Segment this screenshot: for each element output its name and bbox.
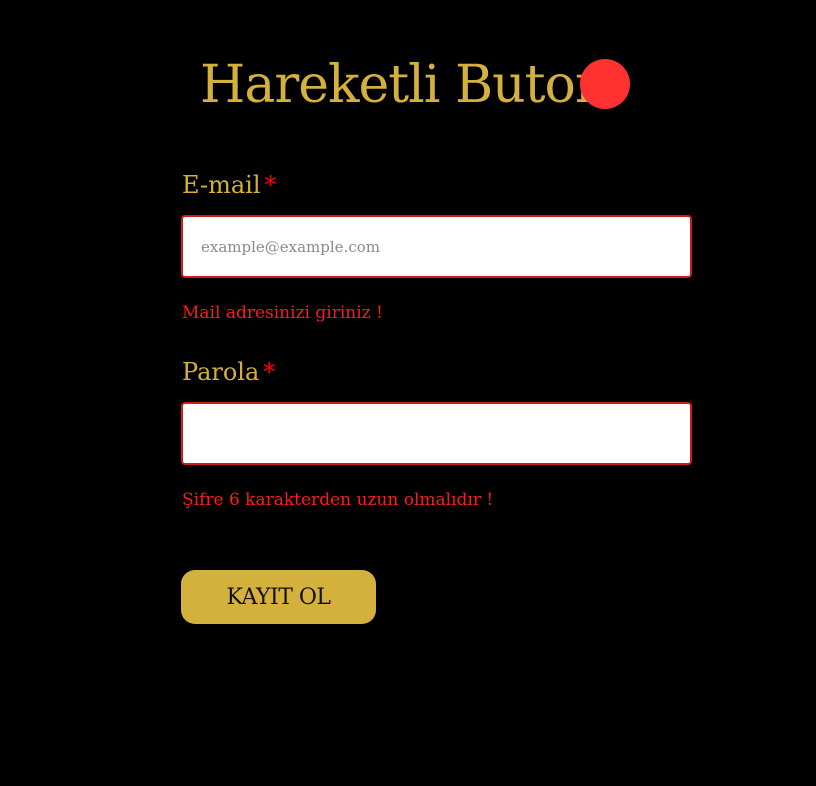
header: Hareketli Buton	[0, 48, 816, 124]
register-button[interactable]: KAYIT OL	[181, 570, 376, 624]
password-field[interactable]	[181, 402, 692, 465]
email-error-message: Mail adresinizi giriniz !	[182, 303, 383, 323]
email-field[interactable]	[181, 215, 692, 278]
password-label: Parola *	[182, 357, 275, 387]
password-required-mark: *	[263, 358, 276, 386]
signup-page: Hareketli Buton E-mail* Mail adresinizi …	[0, 0, 816, 786]
animated-dot	[580, 59, 630, 109]
password-label-text: Parola	[182, 358, 260, 386]
email-label-text: E-mail	[182, 171, 261, 199]
page-title: Hareketli Buton	[200, 55, 608, 115]
email-required-mark: *	[264, 171, 277, 199]
password-error-message: Şifre 6 karakterden uzun olmalıdır !	[182, 490, 494, 510]
email-label: E-mail *	[182, 170, 277, 200]
